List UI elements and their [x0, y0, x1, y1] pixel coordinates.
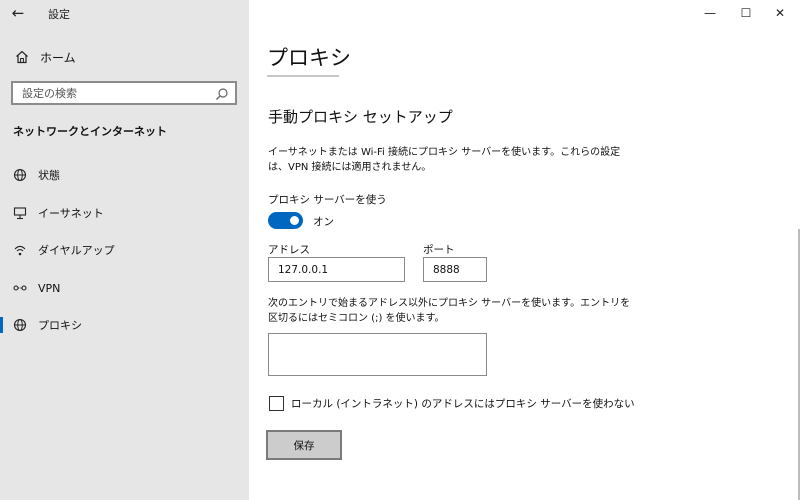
sidebar-item-label: イーサネット	[38, 207, 104, 220]
use-proxy-toggle[interactable]	[268, 212, 303, 229]
app-title: 設定	[48, 8, 70, 21]
home-icon	[14, 49, 30, 65]
use-proxy-label: プロキシ サーバーを使う	[268, 194, 387, 206]
close-icon[interactable]: ✕	[763, 0, 797, 26]
page-title: プロキシ	[267, 46, 351, 70]
search-input[interactable]	[22, 86, 212, 100]
sidebar-item-status[interactable]: 状態	[0, 158, 249, 192]
main-content: — ☐ ✕ プロキシ 手動プロキシ セットアップ イーサネットまたは Wi-Fi…	[249, 0, 800, 500]
sidebar-item-label: ダイヤルアップ	[38, 244, 115, 257]
exceptions-input[interactable]	[268, 333, 487, 376]
port-label: ポート	[423, 244, 455, 256]
port-input[interactable]	[423, 257, 487, 282]
toggle-knob	[290, 216, 299, 225]
sidebar-item-ethernet[interactable]: イーサネット	[0, 196, 249, 230]
ethernet-icon	[12, 205, 28, 221]
manual-setup-heading: 手動プロキシ セットアップ	[268, 108, 453, 126]
vpn-icon	[12, 280, 28, 296]
address-input[interactable]	[268, 257, 405, 282]
sidebar: ← 設定 ホーム ネットワークとインターネット 状態 イーサネット ダイヤルアッ…	[0, 0, 249, 500]
sidebar-item-vpn[interactable]: VPN	[0, 271, 249, 305]
dialup-icon	[12, 242, 28, 258]
title-underline	[267, 75, 339, 77]
section-title: ネットワークとインターネット	[13, 125, 167, 138]
toggle-state-text: オン	[313, 216, 334, 228]
sidebar-item-label: 状態	[38, 169, 60, 182]
globe-status-icon	[12, 167, 28, 183]
minimize-icon[interactable]: —	[693, 0, 727, 26]
exceptions-label: 次のエントリで始まるアドレス以外にプロキシ サーバーを使います。エントリを区切る…	[268, 298, 631, 324]
local-bypass-option[interactable]: ローカル (イントラネット) のアドレスにはプロキシ サーバーを使わない	[269, 396, 635, 411]
address-label: アドレス	[268, 244, 310, 256]
local-bypass-checkbox[interactable]	[269, 396, 284, 411]
back-arrow-icon[interactable]: ←	[8, 3, 28, 23]
search-icon[interactable]	[215, 86, 229, 100]
sidebar-item-label: ホーム	[40, 50, 76, 65]
globe-icon	[12, 317, 28, 333]
save-button[interactable]: 保存	[266, 430, 342, 460]
search-box[interactable]	[11, 81, 237, 105]
sidebar-item-proxy[interactable]: プロキシ	[0, 308, 249, 342]
sidebar-item-label: プロキシ	[38, 319, 82, 332]
sidebar-item-dialup[interactable]: ダイヤルアップ	[0, 233, 249, 267]
maximize-icon[interactable]: ☐	[729, 0, 763, 26]
manual-setup-description: イーサネットまたは Wi-Fi 接続にプロキシ サーバーを使います。これらの設定…	[268, 147, 621, 173]
sidebar-item-home[interactable]: ホーム	[14, 47, 76, 67]
local-bypass-label: ローカル (イントラネット) のアドレスにはプロキシ サーバーを使わない	[291, 398, 635, 410]
sidebar-item-label: VPN	[38, 281, 61, 295]
